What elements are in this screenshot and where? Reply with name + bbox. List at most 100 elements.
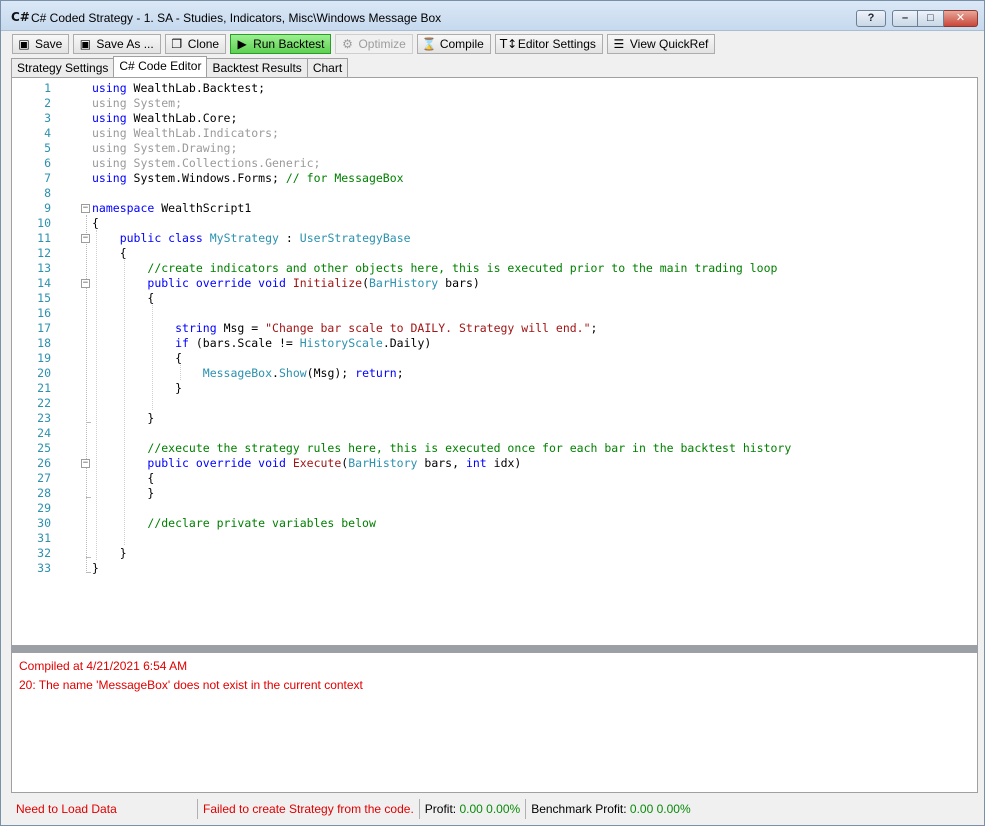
editor-settings-label: Editor Settings [517, 37, 596, 51]
line-number: 11 [37, 231, 51, 245]
floppy-disk-icon: ▣ [18, 37, 30, 51]
tab-code-editor[interactable]: C# Code Editor [113, 56, 208, 77]
collapse-icon[interactable]: − [81, 234, 90, 243]
clone-label: Clone [187, 37, 220, 51]
editor-settings-button[interactable]: T↕ Editor Settings [494, 34, 603, 54]
line-number: 23 [37, 411, 51, 425]
code-text: using System.Windows.Forms; // for Messa… [92, 171, 404, 185]
code-line: 8 [12, 186, 977, 201]
code-text: using System.Collections.Generic; [92, 156, 321, 170]
play-circle-icon: ▶ [237, 37, 247, 51]
compile-button[interactable]: ⌛ Compile [416, 34, 491, 54]
clone-icon: ❐ [171, 37, 183, 51]
code-line: 21 } [12, 381, 977, 396]
line-number: 18 [37, 336, 51, 350]
code-line: 2 using System; [12, 96, 977, 111]
code-line: 15 { [12, 291, 977, 306]
line-number: 4 [44, 126, 51, 140]
line-number: 14 [37, 276, 51, 290]
code-text: string Msg = "Change bar scale to DAILY.… [175, 321, 598, 335]
help-button[interactable]: ? [856, 10, 886, 27]
code-editor[interactable]: 1 using WealthLab.Backtest; 2 using System… [11, 77, 978, 646]
books-icon: ☰ [613, 37, 625, 51]
csharp-icon: C# [11, 10, 30, 24]
collapse-icon[interactable]: − [81, 459, 90, 468]
code-line: 13 //create indicators and other objects… [12, 261, 977, 276]
compiler-output: Compiled at 4/21/2021 6:54 AM 20: The na… [11, 652, 978, 793]
code-text: using System; [92, 96, 183, 110]
optimize-button[interactable]: ⚙ Optimize [335, 34, 413, 54]
code-line: 22 [12, 396, 977, 411]
code-line: 6 using System.Collections.Generic; [12, 156, 977, 171]
compile-error-line[interactable]: 20: The name 'MessageBox' does not exist… [19, 676, 970, 695]
code-line: 31 [12, 531, 977, 546]
tab-backtest-results[interactable]: Backtest Results [206, 58, 308, 77]
line-number: 8 [44, 186, 51, 200]
code-line: 1 using WealthLab.Backtest; [12, 81, 977, 96]
code-line: 33} [12, 561, 977, 576]
code-line: 7 using System.Windows.Forms; // for Mess… [12, 171, 977, 186]
code-line: 29 [12, 501, 977, 516]
save-as-label: Save As ... [96, 37, 154, 51]
line-number: 22 [37, 396, 51, 410]
collapse-icon[interactable]: − [81, 279, 90, 288]
line-number: 33 [37, 561, 51, 575]
tab-chart[interactable]: Chart [306, 58, 349, 77]
code-text: { [92, 291, 155, 305]
benchmark-panel: Benchmark Profit: 0.00 0.00% [526, 799, 695, 819]
code-text: public override void Initialize(BarHisto… [147, 276, 480, 290]
line-number: 13 [37, 261, 51, 275]
code-text: { [92, 246, 127, 260]
close-button[interactable]: ✕ [944, 10, 978, 27]
tab-strategy-settings[interactable]: Strategy Settings [11, 58, 115, 77]
title-bar[interactable]: C# C# Coded Strategy - 1. SA - Studies, … [1, 1, 984, 31]
code-line: 14 − public override void Initialize(BarH… [12, 276, 977, 291]
code-line: 24 [12, 426, 977, 441]
minimize-button[interactable]: – [892, 10, 918, 27]
hourglass-icon: ⌛ [421, 37, 437, 51]
code-text: public class MyStrategy : UserStrategyBa… [119, 231, 411, 245]
run-backtest-button[interactable]: ▶ Run Backtest [230, 34, 332, 54]
line-number: 9 [44, 201, 51, 215]
code-text: MessageBox.Show(Msg); return; [202, 366, 404, 380]
line-number: 7 [44, 171, 51, 185]
code-line: 3 using WealthLab.Core; [12, 111, 977, 126]
line-number: 29 [37, 501, 51, 515]
code-text: } [92, 561, 99, 575]
save-button[interactable]: ▣ Save [12, 34, 70, 54]
line-number: 31 [37, 531, 51, 545]
code-line: 26 − public override void Execute(BarHist… [12, 456, 977, 471]
code-line: 16 [12, 306, 977, 321]
strategy-status: Failed to create Strategy from the code. [198, 799, 420, 819]
benchmark-label: Benchmark Profit: [531, 802, 627, 816]
collapse-icon[interactable]: − [81, 204, 90, 213]
code-text: public override void Execute(BarHistory … [147, 456, 522, 470]
line-number: 12 [37, 246, 51, 260]
code-text: { [92, 351, 183, 365]
save-label: Save [35, 37, 63, 51]
code-line: 4 using WealthLab.Indicators; [12, 126, 977, 141]
line-number: 21 [37, 381, 51, 395]
profit-label: Profit: [424, 802, 457, 816]
code-text: if (bars.Scale != HistoryScale.Daily) [175, 336, 432, 350]
data-status: Need to Load Data [11, 799, 198, 819]
toolbar: ▣ Save ▣ Save As ... ❐ Clone ▶ Run Backt… [12, 34, 719, 56]
line-number: 28 [37, 486, 51, 500]
code-line: 19 { [12, 351, 977, 366]
code-line: 10 { [12, 216, 977, 231]
view-quickref-button[interactable]: ☰ View QuickRef [606, 34, 716, 54]
line-number: 5 [44, 141, 51, 155]
profit-percent: 0.00% [486, 802, 521, 816]
maximize-button[interactable]: □ [918, 10, 944, 27]
benchmark-percent: 0.00% [656, 802, 691, 816]
code-text: namespace WealthScript1 [92, 201, 252, 215]
code-text: //create indicators and other objects he… [147, 261, 778, 275]
code-text: } [92, 486, 155, 500]
code-line: 5 using System.Drawing; [12, 141, 977, 156]
clone-button[interactable]: ❐ Clone [164, 34, 227, 54]
code-line: 25 //execute the strategy rules here, th… [12, 441, 977, 456]
save-as-button[interactable]: ▣ Save As ... [73, 34, 161, 54]
code-text: //execute the strategy rules here, this … [147, 441, 792, 455]
tab-strip: Strategy Settings C# Code Editor Backtes… [11, 56, 349, 78]
code-line: 30 //declare private variables below [12, 516, 977, 531]
